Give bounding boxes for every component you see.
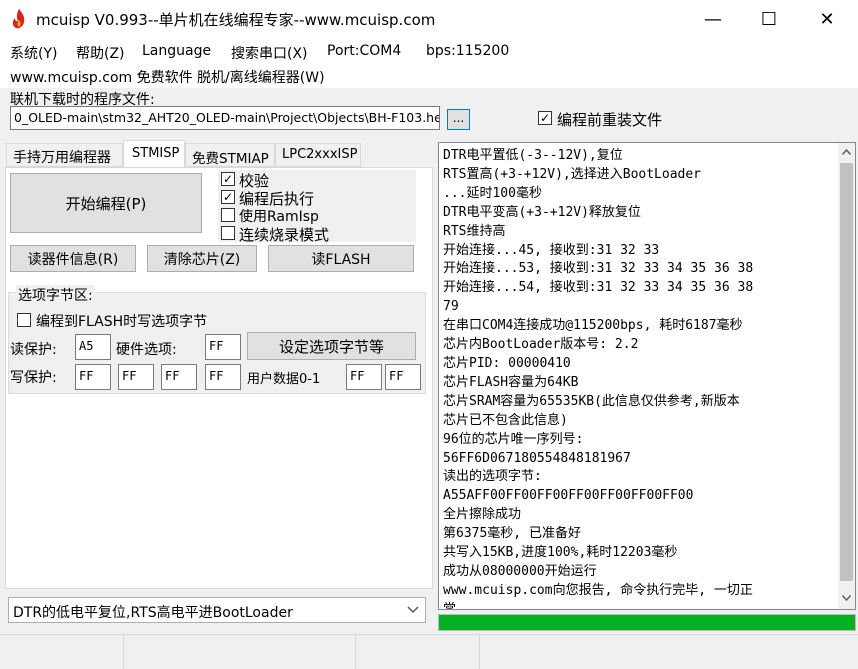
scroll-up-icon[interactable] [842, 149, 851, 155]
user-data-field-0[interactable]: FF [346, 364, 382, 390]
write-option-bytes-label: 编程到FLASH时写选项字节 [36, 314, 208, 330]
maximize-button[interactable]: ☐ [740, 0, 798, 38]
read-protect-field[interactable]: A5 [75, 334, 111, 360]
menu-port[interactable]: Port:COM4 [327, 43, 401, 59]
write-protect-field-1[interactable]: FF [118, 364, 154, 390]
log-line: www.mcuisp.com向您报告, 命令执行完毕, 一切正 [443, 582, 753, 598]
tab-handheld-programmer[interactable]: 手持万用编程器 [6, 143, 123, 167]
status-cell [356, 635, 480, 669]
menu-bar: 系统(Y) 帮助(Z) Language 搜索串口(X) Port:COM4 b… [0, 38, 858, 88]
log-line: 全片擦除成功 [443, 507, 522, 523]
log-line: 芯片SRAM容量为65535KB(此信息仅供参考,新版本 [443, 393, 740, 409]
use-ramisp-checkbox[interactable] [221, 208, 235, 222]
verify-checkbox[interactable]: ✓ [221, 172, 235, 186]
close-button[interactable]: ✕ [798, 0, 856, 38]
app-flame-icon [12, 9, 25, 29]
tab-free-stmiap[interactable]: 免费STMIAP [185, 143, 275, 167]
log-line: RTS置高(+3-+12V),选择进入BootLoader [443, 166, 702, 182]
hardware-option-label: 硬件选项: [116, 342, 177, 358]
log-line: 在串口COM4连接成功@115200bps, 耗时6187毫秒 [443, 318, 743, 334]
continuous-mode-label: 连续烧录模式 [239, 226, 330, 244]
reload-file-label: 编程前重装文件 [557, 111, 663, 129]
status-cell [124, 635, 356, 669]
user-data-label: 用户数据0-1 [247, 372, 321, 387]
menu-language[interactable]: Language [142, 43, 211, 59]
write-protect-field-0[interactable]: FF [75, 364, 111, 390]
status-bar [0, 634, 858, 669]
user-data-field-1[interactable]: FF [385, 364, 421, 390]
progress-fill [439, 615, 855, 630]
chevron-down-icon [407, 606, 419, 614]
log-line: 第6375毫秒, 已准备好 [443, 526, 581, 542]
menu-help[interactable]: 帮助(Z) [76, 43, 125, 63]
window-title: mcuisp V0.993--单片机在线编程专家--www.mcuisp.com [36, 11, 436, 29]
log-line: 56FF6D067180554848181967 [443, 450, 631, 466]
log-line: 芯片已不包含此信息) [443, 412, 568, 428]
log-line: DTR电平变高(+3-+12V)释放复位 [443, 204, 641, 220]
browse-file-button[interactable]: ... [447, 109, 470, 130]
start-programming-button[interactable]: 开始编程(P) [10, 173, 202, 233]
log-line: 读出的选项字节: [443, 469, 542, 485]
minimize-button[interactable]: — [684, 0, 742, 38]
use-ramisp-label: 使用RamIsp [239, 209, 319, 225]
log-line: 共写入15KB,进度100%,耗时12203毫秒 [443, 545, 678, 561]
menu-system[interactable]: 系统(Y) [10, 43, 57, 63]
log-line: 芯片FLASH容量为64KB [443, 374, 579, 390]
set-option-bytes-button[interactable]: 设定选项字节等 [247, 332, 416, 360]
log-line: A55AFF00FF00FF00FF00FF00FF00FF00 [443, 488, 694, 504]
scroll-down-icon[interactable] [842, 595, 851, 601]
log-line: 成功从08000000开始运行 [443, 563, 597, 579]
program-file-field[interactable]: 0_OLED-main\stm32_AHT20_OLED-main\Projec… [10, 106, 440, 130]
tab-lpc2xxxisp[interactable]: LPC2xxxISP [275, 143, 361, 167]
log-lines: DTR电平置低(-3--12V),复位 RTS置高(+3-+12V),选择进入Bo… [443, 147, 835, 610]
tab-stmisp[interactable]: STMISP [123, 140, 185, 168]
option-bytes-title: 选项字节区: [16, 285, 95, 305]
reload-file-checkbox[interactable]: ✓ [538, 111, 552, 125]
dtr-mode-value: DTR的低电平复位,RTS高电平进BootLoader [13, 605, 293, 621]
run-after-program-checkbox[interactable]: ✓ [221, 190, 235, 204]
log-line: 开始连接...53, 接收到:31 32 33 34 35 36 38 [443, 261, 754, 277]
log-line: ...延时100毫秒 [443, 185, 542, 201]
write-protect-field-3[interactable]: FF [205, 364, 241, 390]
log-line: 79 [443, 299, 459, 315]
hardware-option-field[interactable]: FF [205, 334, 241, 360]
log-line: 芯片内BootLoader版本号: 2.2 [443, 337, 639, 353]
log-line: 芯片PID: 00000410 [443, 355, 571, 371]
write-protect-label: 写保护: [10, 370, 57, 386]
title-bar: mcuisp V0.993--单片机在线编程专家--www.mcuisp.com… [0, 0, 858, 38]
log-line: DTR电平置低(-3--12V),复位 [443, 148, 623, 163]
log-line: 96位的芯片唯一序列号: [443, 431, 584, 447]
log-line: 开始连接...45, 接收到:31 32 33 [443, 242, 660, 258]
log-line: 开始连接...54, 接收到:31 32 33 34 35 36 38 [443, 280, 754, 296]
write-protect-field-2[interactable]: FF [161, 364, 197, 390]
menu-bps[interactable]: bps:115200 [426, 43, 509, 59]
program-file-path: 0_OLED-main\stm32_AHT20_OLED-main\Projec… [14, 110, 440, 125]
erase-chip-button[interactable]: 清除芯片(Z) [147, 245, 257, 272]
status-cell [0, 635, 124, 669]
menu-offline-programmer[interactable]: www.mcuisp.com 免费软件 脱机/离线编程器(W) [10, 67, 325, 87]
dtr-mode-select[interactable]: DTR的低电平复位,RTS高电平进BootLoader [8, 597, 426, 623]
read-flash-button[interactable]: 读FLASH [268, 245, 414, 272]
log-line: 常 [443, 601, 457, 610]
continuous-mode-checkbox[interactable] [221, 226, 235, 240]
log-scrollbar[interactable] [838, 143, 855, 609]
read-protect-label: 读保护: [10, 342, 57, 358]
menu-search-port[interactable]: 搜索串口(X) [231, 43, 308, 63]
read-device-info-button[interactable]: 读器件信息(R) [10, 245, 136, 272]
log-output[interactable]: DTR电平置低(-3--12V),复位 RTS置高(+3-+12V),选择进入Bo… [438, 142, 856, 610]
scrollbar-thumb[interactable] [840, 163, 853, 581]
progress-bar [438, 614, 856, 631]
log-line: RTS维持高 [443, 223, 506, 239]
write-option-bytes-checkbox[interactable] [17, 313, 31, 327]
